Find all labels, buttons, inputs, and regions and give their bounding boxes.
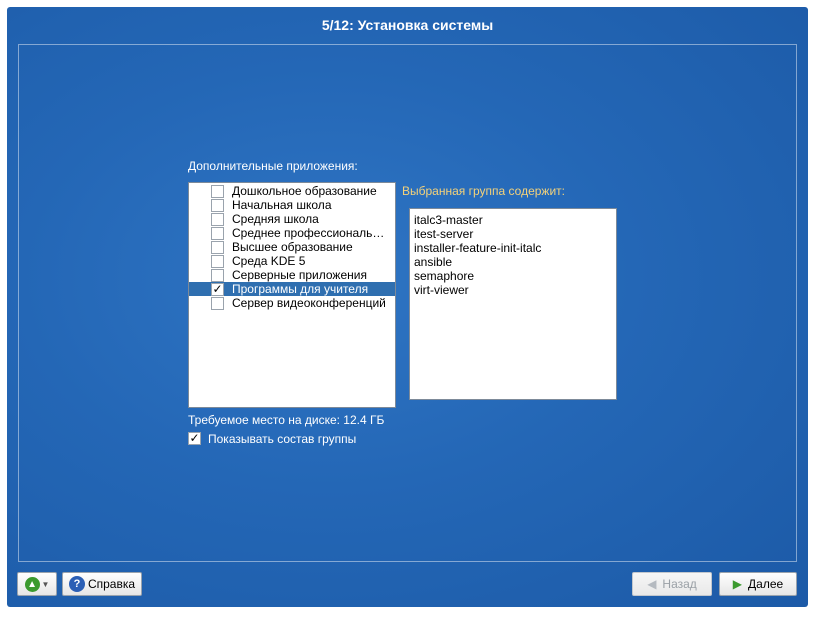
group-list-item[interactable]: Дошкольное образование bbox=[189, 184, 395, 198]
group-list-item-label: Среда KDE 5 bbox=[232, 254, 306, 268]
groups-label: Дополнительные приложения: bbox=[188, 159, 358, 173]
help-button[interactable]: ? Справка bbox=[62, 572, 142, 596]
package-item: italc3-master bbox=[414, 213, 483, 227]
group-list-item-label: Высшее образование bbox=[232, 240, 353, 254]
group-list-item[interactable]: Начальная школа bbox=[189, 198, 395, 212]
group-list[interactable]: Дошкольное образование Начальная школа Сре… bbox=[188, 182, 396, 408]
installer-window: 5/12: Установка системы Дополнительные п… bbox=[7, 7, 808, 607]
package-item: installer-feature-init-italc bbox=[414, 241, 542, 255]
group-checkbox[interactable] bbox=[211, 226, 224, 240]
package-item: virt-viewer bbox=[414, 283, 469, 297]
up-menu-button[interactable]: ▲ ▼ bbox=[17, 572, 57, 596]
help-button-label: Справка bbox=[87, 577, 136, 591]
disk-space-text: Требуемое место на диске: 12.4 ГБ bbox=[188, 413, 385, 427]
group-list-item[interactable]: ✓ Программы для учителя bbox=[189, 282, 395, 296]
left-arrow-icon: ◀ bbox=[647, 577, 657, 591]
package-item: itest-server bbox=[414, 227, 474, 241]
up-arrow-icon: ▲ bbox=[24, 576, 40, 592]
group-checkbox[interactable] bbox=[211, 240, 224, 254]
group-list-item[interactable]: Средняя школа bbox=[189, 212, 395, 226]
group-list-item-label: Среднее профессиональное образование bbox=[232, 226, 390, 240]
group-list-item-label: Программы для учителя bbox=[232, 282, 369, 296]
show-group-label[interactable]: Показывать состав группы bbox=[208, 432, 356, 446]
group-list-item[interactable]: Высшее образование bbox=[189, 240, 395, 254]
back-button[interactable]: ◀ Назад bbox=[632, 572, 712, 596]
group-checkbox[interactable] bbox=[211, 184, 224, 198]
show-group-checkbox[interactable]: ✓ bbox=[188, 432, 201, 445]
dropdown-caret-icon: ▼ bbox=[41, 579, 50, 589]
group-list-item[interactable]: Сервер видеоконференций bbox=[189, 296, 395, 310]
package-item: semaphore bbox=[414, 269, 475, 283]
group-checkbox[interactable] bbox=[211, 212, 224, 226]
group-list-item[interactable]: Среда KDE 5 bbox=[189, 254, 395, 268]
group-list-item-label: Средняя школа bbox=[232, 212, 319, 226]
group-list-item[interactable]: Среднее профессиональное образование bbox=[189, 226, 395, 240]
group-checkbox[interactable]: ✓ bbox=[211, 282, 224, 296]
right-arrow-icon: ▶ bbox=[732, 577, 743, 591]
contents-label: Выбранная группа содержит: bbox=[402, 184, 565, 198]
next-button-label: Далее bbox=[748, 577, 784, 591]
package-item: ansible bbox=[414, 255, 453, 269]
group-checkbox[interactable] bbox=[211, 268, 224, 282]
next-button[interactable]: ▶ Далее bbox=[719, 572, 797, 596]
group-checkbox[interactable] bbox=[211, 254, 224, 268]
content-frame bbox=[18, 44, 797, 562]
group-list-item-label: Серверные приложения bbox=[232, 268, 367, 282]
group-list-item[interactable]: Серверные приложения bbox=[189, 268, 395, 282]
back-button-label: Назад bbox=[662, 577, 697, 591]
help-icon: ? bbox=[68, 576, 85, 592]
group-list-item-label: Дошкольное образование bbox=[232, 184, 377, 198]
group-checkbox[interactable] bbox=[211, 296, 224, 310]
group-contents-box: italc3-master itest-server installer-featu… bbox=[409, 208, 617, 400]
group-checkbox[interactable] bbox=[211, 198, 224, 212]
window-title: 5/12: Установка системы bbox=[321, 17, 494, 33]
group-list-item-label: Сервер видеоконференций bbox=[232, 296, 386, 310]
group-list-item-label: Начальная школа bbox=[232, 198, 332, 212]
